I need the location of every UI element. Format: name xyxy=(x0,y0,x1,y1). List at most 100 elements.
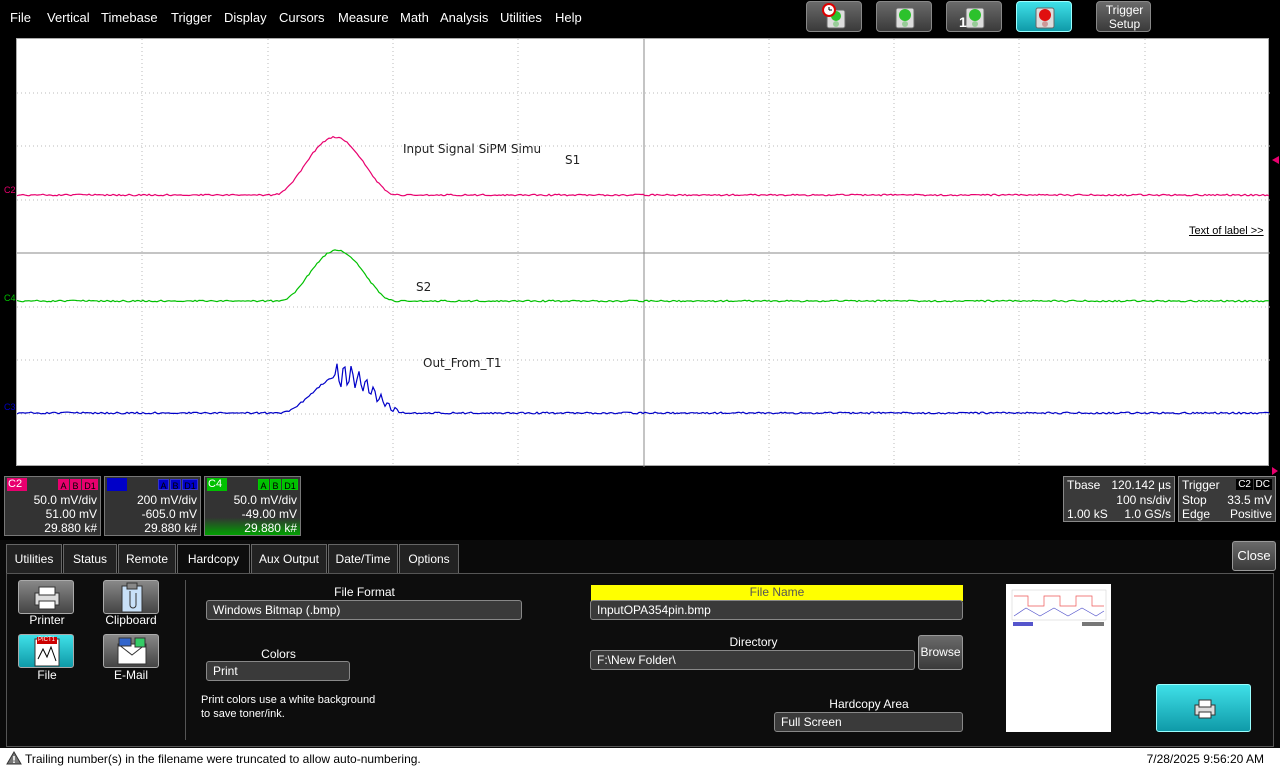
tab-hardcopy[interactable]: Hardcopy xyxy=(177,544,250,575)
channel-c3-vdiv: 200 mV/div xyxy=(136,493,197,507)
file-label: File xyxy=(37,668,57,682)
printer-button[interactable] xyxy=(18,580,74,614)
email-button[interactable] xyxy=(103,634,159,668)
waveform-grid[interactable]: Input Signal SiPM Simu S1 S2 Out_From_T1… xyxy=(16,38,1270,467)
trigger-coupling: DC xyxy=(1253,479,1272,490)
print-icon xyxy=(1194,699,1216,719)
label-t1[interactable]: Out_From_T1 xyxy=(423,356,501,370)
trace-c3 xyxy=(17,363,1270,415)
label-s1[interactable]: S1 xyxy=(565,153,580,167)
c3-ground-marker[interactable]: C3 xyxy=(4,402,16,412)
divider xyxy=(185,580,186,740)
menu-utilities[interactable]: Utilities xyxy=(500,10,542,25)
stop-trigger-button[interactable] xyxy=(1016,1,1072,32)
email-label: E-Mail xyxy=(113,668,148,682)
trace-c2 xyxy=(17,135,1270,197)
trigger-position-arrow-icon xyxy=(1272,467,1278,475)
flag-d1: D1 xyxy=(282,479,298,491)
status-message: Trailing number(s) in the filename were … xyxy=(25,752,421,766)
flag-b: B xyxy=(170,479,181,491)
tab-aux-output[interactable]: Aux Output xyxy=(251,544,327,574)
channel-c2-name: C2 xyxy=(7,478,27,491)
channel-c4-count: 29.880 k# xyxy=(244,521,297,535)
hardcopy-preview xyxy=(1006,584,1111,732)
normal-trigger-button[interactable] xyxy=(876,1,932,32)
menu-timebase[interactable]: Timebase xyxy=(101,10,158,25)
browse-button[interactable]: Browse xyxy=(918,635,963,670)
normal-trigger-icon xyxy=(895,7,915,29)
flag-a: A xyxy=(158,479,169,491)
channel-c3-descriptor[interactable]: C3 A B D1 200 mV/div -605.0 mV 29.880 k# xyxy=(104,476,201,536)
trigger-type: Edge xyxy=(1182,507,1211,521)
tab-remote[interactable]: Remote xyxy=(118,544,176,574)
timebase-descriptor[interactable]: Tbase 120.142 µs 100 ns/div 1.00 kS 1.0 … xyxy=(1063,476,1175,522)
file-name-input[interactable]: InputOPA354pin.bmp xyxy=(590,600,963,620)
tab-date-time[interactable]: Date/Time xyxy=(328,544,398,574)
channel-c2-descriptor[interactable]: C2 A B D1 50.0 mV/div 51.00 mV 29.880 k# xyxy=(4,476,101,536)
directory-input[interactable]: F:\New Folder\ xyxy=(590,650,915,670)
timebase-rate: 1.0 GS/s xyxy=(1124,507,1171,521)
timebase-tdiv: 100 ns/div xyxy=(1116,493,1171,507)
flag-b: B xyxy=(270,479,281,491)
printer-icon xyxy=(34,586,60,610)
timebase-samples: 1.00 kS xyxy=(1067,507,1108,521)
status-datetime: 7/28/2025 9:56:20 AM xyxy=(1146,752,1264,766)
file-button[interactable]: PICT1 xyxy=(18,634,74,668)
channel-c4-name: C4 xyxy=(207,478,227,491)
tab-utilities[interactable]: Utilities xyxy=(6,544,62,574)
trigger-setup-button[interactable]: Trigger Setup xyxy=(1096,1,1151,32)
status-bar: Trailing number(s) in the filename were … xyxy=(0,748,1280,768)
c2-ground-marker[interactable]: C2 xyxy=(4,185,16,195)
auto-trigger-button[interactable] xyxy=(806,1,862,32)
clipboard-label: Clipboard xyxy=(105,613,157,627)
file-format-title: File Format xyxy=(334,585,395,599)
file-name-title: File Name xyxy=(591,585,963,601)
email-icon xyxy=(117,637,147,665)
menu-analysis[interactable]: Analysis xyxy=(440,10,488,25)
clipboard-button[interactable] xyxy=(103,580,159,614)
auto-trigger-icon xyxy=(822,3,846,29)
menu-file[interactable]: File xyxy=(10,10,31,25)
oscilloscope-app: File Vertical Timebase Trigger Display C… xyxy=(0,0,1280,768)
menu-math[interactable]: Math xyxy=(400,10,429,25)
menu-help[interactable]: Help xyxy=(555,10,582,25)
single-trigger-button[interactable]: 1 xyxy=(946,1,1002,32)
menu-trigger[interactable]: Trigger xyxy=(171,10,212,25)
clipboard-icon xyxy=(121,582,143,613)
colors-select[interactable]: Print xyxy=(206,661,350,681)
menu-cursors[interactable]: Cursors xyxy=(279,10,325,25)
channel-c3-offset: -605.0 mV xyxy=(141,507,197,521)
trigger-level: 33.5 mV xyxy=(1227,493,1272,507)
trigger-descriptor[interactable]: Trigger C2 DC Stop 33.5 mV Edge Positive xyxy=(1178,476,1276,522)
tab-options[interactable]: Options xyxy=(399,544,459,574)
trigger-title: Trigger xyxy=(1182,478,1220,492)
channel-c4-offset: -49.00 mV xyxy=(241,507,297,521)
timebase-delay: 120.142 µs xyxy=(1111,478,1171,492)
label-s2[interactable]: S2 xyxy=(416,280,431,294)
warning-icon xyxy=(6,751,22,765)
menu-measure[interactable]: Measure xyxy=(338,10,389,25)
hardcopy-area-select[interactable]: Full Screen xyxy=(774,712,963,732)
label-s1-text[interactable]: Input Signal SiPM Simu xyxy=(403,142,541,156)
trigger-mode: Stop xyxy=(1182,493,1207,507)
text-of-label-link[interactable]: Text of label >> xyxy=(1189,225,1264,237)
trigger-slope: Positive xyxy=(1229,507,1272,521)
file-format-select[interactable]: Windows Bitmap (.bmp) xyxy=(206,600,522,620)
hardcopy-panel: Printer Clipboard PICT1 File E-Mail File… xyxy=(6,573,1274,747)
c4-ground-marker[interactable]: C4 xyxy=(4,293,16,303)
channel-c4-descriptor[interactable]: C4 A B D1 50.0 mV/div -49.00 mV 29.880 k# xyxy=(204,476,301,536)
channel-c2-offset: 51.00 mV xyxy=(45,507,97,521)
close-button[interactable]: Close xyxy=(1232,541,1276,571)
menu-bar: File Vertical Timebase Trigger Display C… xyxy=(0,0,1280,36)
single-count-badge: 1 xyxy=(959,14,967,30)
timebase-title: Tbase xyxy=(1067,478,1101,492)
colors-note-1: Print colors use a white background xyxy=(201,694,376,706)
tab-status[interactable]: Status xyxy=(63,544,117,574)
single-trigger-icon xyxy=(965,7,985,29)
trigger-source: C2 xyxy=(1236,479,1253,490)
menu-display[interactable]: Display xyxy=(224,10,267,25)
print-now-button[interactable] xyxy=(1156,684,1251,732)
channel-c2-count: 29.880 k# xyxy=(44,521,97,535)
directory-title: Directory xyxy=(729,635,778,649)
menu-vertical[interactable]: Vertical xyxy=(47,10,90,25)
